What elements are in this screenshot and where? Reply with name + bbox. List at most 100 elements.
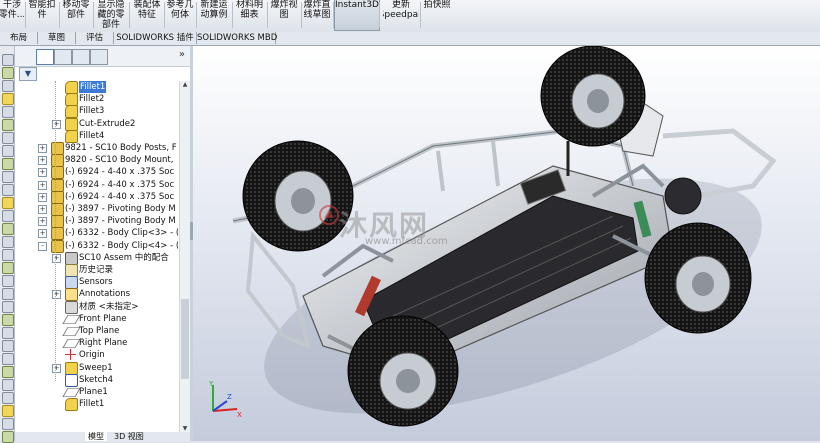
panel-more-icon[interactable]: » bbox=[179, 49, 185, 60]
graphics-area[interactable]: ⊕⌕↶▥◈▣◐●◍▤ bbox=[193, 46, 820, 441]
filter-icon[interactable]: ▼ bbox=[19, 67, 37, 81]
toolbar-tool-icon[interactable] bbox=[2, 379, 14, 391]
toolbar-tool-icon[interactable] bbox=[2, 132, 14, 144]
tree-item[interactable]: + Cut-Extrude2 bbox=[15, 118, 178, 131]
toolbar-tool-icon[interactable] bbox=[2, 171, 14, 183]
tree-item[interactable]: Front Plane bbox=[15, 313, 178, 325]
toolbar-tool-icon[interactable] bbox=[2, 405, 14, 417]
tree-item[interactable]: Fillet3 bbox=[15, 105, 178, 118]
command-tab[interactable]: 布局 bbox=[0, 32, 38, 44]
expand-icon[interactable]: + bbox=[38, 217, 47, 226]
toolbar-tool-icon[interactable] bbox=[2, 366, 14, 378]
expand-icon[interactable]: + bbox=[38, 193, 47, 202]
expand-icon[interactable]: + bbox=[38, 144, 47, 153]
toolbar-tool-icon[interactable] bbox=[2, 119, 14, 131]
tree-item[interactable]: Fillet2 bbox=[15, 93, 178, 106]
toolbar-tool-icon[interactable] bbox=[2, 262, 14, 274]
expand-icon[interactable]: + bbox=[38, 156, 47, 165]
expand-icon[interactable]: + bbox=[52, 364, 61, 373]
tree-item[interactable]: + (-) 6924 - 4-40 x .375 Soc bbox=[15, 179, 178, 192]
tree-item[interactable]: Sketch4 bbox=[15, 374, 178, 387]
toolbar-tool-icon[interactable] bbox=[2, 106, 14, 118]
toolbar-tool-icon[interactable] bbox=[2, 431, 14, 443]
tree-item[interactable]: +9821 - SC10 Body Posts, F bbox=[15, 142, 178, 155]
tree-scrollbar[interactable]: ▲ ▼ bbox=[179, 81, 190, 433]
configuration-manager-tab[interactable] bbox=[72, 49, 90, 65]
ribbon-button[interactable]: 拍快照 bbox=[422, 0, 452, 30]
scroll-thumb[interactable] bbox=[181, 299, 189, 379]
toolbar-tool-icon[interactable] bbox=[2, 223, 14, 235]
expand-icon[interactable]: + bbox=[38, 181, 47, 190]
command-tab[interactable]: SOLIDWORKS 插件 bbox=[114, 32, 197, 44]
toolbar-tool-icon[interactable] bbox=[2, 184, 14, 196]
tree-item[interactable]: 历史记录 bbox=[15, 264, 178, 277]
toolbar-tool-icon[interactable] bbox=[2, 93, 14, 105]
expand-icon[interactable]: + bbox=[38, 229, 47, 238]
collapse-icon[interactable]: - bbox=[38, 242, 47, 251]
toolbar-tool-icon[interactable] bbox=[2, 288, 14, 300]
tree-item[interactable]: + (-) 6924 - 4-40 x .375 Soc bbox=[15, 191, 178, 204]
ribbon-button[interactable]: 参考几 何体 bbox=[165, 0, 195, 30]
ribbon-button[interactable]: 材料明 细表 bbox=[233, 0, 266, 30]
toolbar-tool-icon[interactable] bbox=[2, 145, 14, 157]
tree-item[interactable]: 材质 <未指定> bbox=[15, 301, 178, 314]
toolbar-tool-icon[interactable] bbox=[2, 340, 14, 352]
command-tab[interactable]: 草图 bbox=[38, 32, 76, 44]
rc-car-model[interactable] bbox=[193, 46, 820, 441]
tree-item[interactable]: Right Plane bbox=[15, 337, 178, 349]
tree-item[interactable]: Fillet1 bbox=[15, 81, 178, 94]
ribbon-button[interactable]: 显示隐 藏的零 部件 bbox=[94, 0, 128, 30]
toolbar-tool-icon[interactable] bbox=[2, 392, 14, 404]
tree-item[interactable]: + (-) 6332 - Body Clip<3> - ( bbox=[15, 227, 178, 240]
expand-icon[interactable]: + bbox=[52, 254, 61, 263]
toolbar-tool-icon[interactable] bbox=[2, 314, 14, 326]
toolbar-tool-icon[interactable] bbox=[2, 158, 14, 170]
model-tab[interactable]: 模型 bbox=[85, 432, 107, 441]
appearance-manager-tab[interactable] bbox=[90, 49, 108, 65]
expand-icon[interactable]: + bbox=[38, 168, 47, 177]
property-manager-tab[interactable] bbox=[54, 49, 72, 65]
expand-icon[interactable]: + bbox=[52, 120, 61, 129]
ribbon-button[interactable]: 装配体 特征 bbox=[131, 0, 163, 30]
ribbon-button[interactable]: 爆炸直 线草图 bbox=[302, 0, 332, 30]
toolbar-tool-icon[interactable] bbox=[2, 275, 14, 287]
toolbar-tool-icon[interactable] bbox=[2, 197, 14, 209]
tree-item[interactable]: + SC10 Assem 中的配合 bbox=[15, 252, 178, 265]
expand-icon[interactable]: + bbox=[52, 290, 61, 299]
tree-item[interactable]: + (-) 3897 - Pivoting Body M bbox=[15, 203, 178, 216]
tree-item[interactable]: Sensors bbox=[15, 276, 178, 289]
tree-item[interactable]: Origin bbox=[15, 349, 178, 361]
toolbar-tool-icon[interactable] bbox=[2, 327, 14, 339]
tree-item[interactable]: - (-) 6332 - Body Clip<4> - ( bbox=[15, 240, 178, 253]
toolbar-tool-icon[interactable] bbox=[2, 301, 14, 313]
toolbar-tool-icon[interactable] bbox=[2, 236, 14, 248]
toolbar-tool-icon[interactable] bbox=[2, 249, 14, 261]
ribbon-button[interactable]: 新建运 动算例 bbox=[197, 0, 231, 30]
toolbar-tool-icon[interactable] bbox=[2, 67, 14, 79]
command-tab[interactable]: 评估 bbox=[76, 32, 114, 44]
tree-item[interactable]: Top Plane bbox=[15, 325, 178, 337]
toolbar-tool-icon[interactable] bbox=[2, 418, 14, 430]
ribbon-button[interactable]: 干涉 零件... bbox=[0, 0, 24, 30]
ribbon-button[interactable]: 更新Speedpak bbox=[383, 0, 419, 30]
tree-item[interactable]: + (-) 6924 - 4-40 x .375 Soc bbox=[15, 166, 178, 179]
ribbon-button[interactable]: 爆炸视图 bbox=[268, 0, 300, 30]
tree-item[interactable]: Fillet4 bbox=[15, 130, 178, 143]
toolbar-tool-icon[interactable] bbox=[2, 353, 14, 365]
expand-icon[interactable]: + bbox=[38, 205, 47, 214]
feature-manager-tab[interactable] bbox=[36, 49, 54, 65]
tree-item[interactable]: + (-) 3897 - Pivoting Body M bbox=[15, 215, 178, 228]
tree-item[interactable]: +9820 - SC10 Body Mount, bbox=[15, 154, 178, 167]
tree-item[interactable]: Plane1 bbox=[15, 386, 178, 398]
ribbon-button[interactable]: 移动零 部件 bbox=[60, 0, 92, 30]
command-tab[interactable]: SOLIDWORKS MBD bbox=[197, 32, 277, 44]
toolbar-tool-icon[interactable] bbox=[2, 80, 14, 92]
ribbon-button[interactable]: Instant3D bbox=[334, 0, 380, 31]
toolbar-tool-icon[interactable] bbox=[2, 210, 14, 222]
ribbon-button[interactable]: 智能扣件 bbox=[26, 0, 58, 30]
tree-item[interactable]: + Sweep1 bbox=[15, 362, 178, 375]
toolbar-tool-icon[interactable] bbox=[2, 54, 14, 66]
tree-item[interactable]: + Annotations bbox=[15, 288, 178, 301]
scroll-up-icon[interactable]: ▲ bbox=[181, 81, 189, 89]
tree-item[interactable]: Fillet1 bbox=[15, 398, 178, 411]
